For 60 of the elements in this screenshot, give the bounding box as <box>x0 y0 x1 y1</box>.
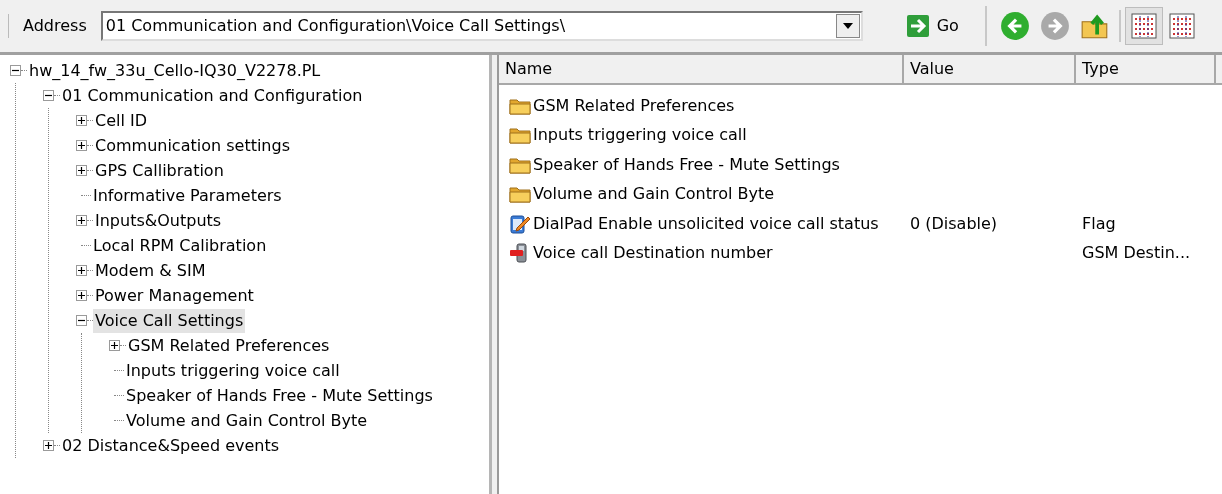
tree-item[interactable]: GPS Callibration <box>93 158 226 183</box>
tablet-pen-icon <box>509 213 531 234</box>
expand-toggle[interactable] <box>76 290 87 301</box>
tree-item[interactable]: Volume and Gain Control Byte <box>124 408 370 433</box>
minus-icon <box>45 92 52 99</box>
collapse-toggle[interactable] <box>76 315 87 326</box>
tree-item[interactable]: 02 Distance&Speed events <box>60 433 282 458</box>
tree-item[interactable]: Inputs triggering voice call <box>124 358 342 383</box>
view-toggle[interactable] <box>1124 7 1163 45</box>
folder-icon <box>509 96 531 115</box>
list-item-name[interactable]: DialPad Enable unsolicited voice call status <box>533 211 879 236</box>
list-item-name[interactable]: Voice call Destination number <box>533 241 773 266</box>
type-cell: GSM Destin... <box>1082 243 1191 263</box>
tree-item[interactable]: Cell ID <box>93 108 150 133</box>
list-item-name[interactable]: Inputs triggering voice call <box>533 123 747 148</box>
plus-icon <box>78 167 85 174</box>
expand-toggle[interactable] <box>76 165 87 176</box>
go-arrow-icon <box>906 15 929 37</box>
tree-item[interactable]: Informative Parameters <box>91 183 284 208</box>
tree-item[interactable]: 01 Communication and Configuration <box>60 83 365 108</box>
tree-item[interactable]: Local RPM Calibration <box>91 233 269 258</box>
type-cell: Flag <box>1082 213 1116 233</box>
list-item-name[interactable]: Speaker of Hands Free - Mute Settings <box>533 152 840 177</box>
tree-item[interactable]: GSM Related Preferences <box>126 333 332 358</box>
tree-item[interactable]: Modem & SIM <box>93 258 208 283</box>
collapse-toggle[interactable] <box>10 65 21 76</box>
folder-icon <box>509 126 531 145</box>
minus-icon <box>12 67 19 74</box>
collapse-toggle[interactable] <box>43 90 54 101</box>
tree-item[interactable]: Speaker of Hands Free - Mute Settings <box>124 383 435 408</box>
plus-icon <box>78 142 85 149</box>
plus-icon <box>78 292 85 299</box>
plus-icon <box>111 342 118 349</box>
expand-toggle[interactable] <box>76 265 87 276</box>
plus-icon <box>78 217 85 224</box>
column-header[interactable]: Value <box>904 55 1076 83</box>
tree-item[interactable]: Communication settings <box>93 133 292 158</box>
go-button[interactable]: Go <box>902 9 963 43</box>
plus-icon <box>78 117 85 124</box>
address-label: Address <box>8 14 101 38</box>
plus-icon <box>78 267 85 274</box>
expand-toggle[interactable] <box>76 115 87 126</box>
expand-toggle[interactable] <box>76 140 87 151</box>
expand-toggle[interactable] <box>76 215 87 226</box>
plus-icon <box>45 442 52 449</box>
folder-icon <box>509 185 531 204</box>
tree-item[interactable]: hw_14_fw_33u_Cello-IQ30_V2278.PL <box>27 58 323 83</box>
column-header[interactable]: Name <box>499 55 904 83</box>
column-header[interactable]: Type <box>1076 55 1216 83</box>
list-item-name[interactable]: Volume and Gain Control Byte <box>533 182 775 207</box>
expand-toggle[interactable] <box>109 340 120 351</box>
folder-icon <box>509 155 531 174</box>
tree-item[interactable]: Inputs&Outputs <box>93 208 224 233</box>
value-cell: 0 (Disable) <box>910 213 998 233</box>
list-item-name[interactable]: GSM Related Preferences <box>533 93 735 118</box>
tree-item[interactable]: Voice Call Settings <box>93 308 246 333</box>
tree-item[interactable]: Power Management <box>93 283 256 308</box>
address-combobox[interactable]: 01 Communication and Configuration\Voice Call Settings\ <box>100 11 863 41</box>
minus-icon <box>78 317 85 324</box>
expand-toggle[interactable] <box>43 440 54 451</box>
